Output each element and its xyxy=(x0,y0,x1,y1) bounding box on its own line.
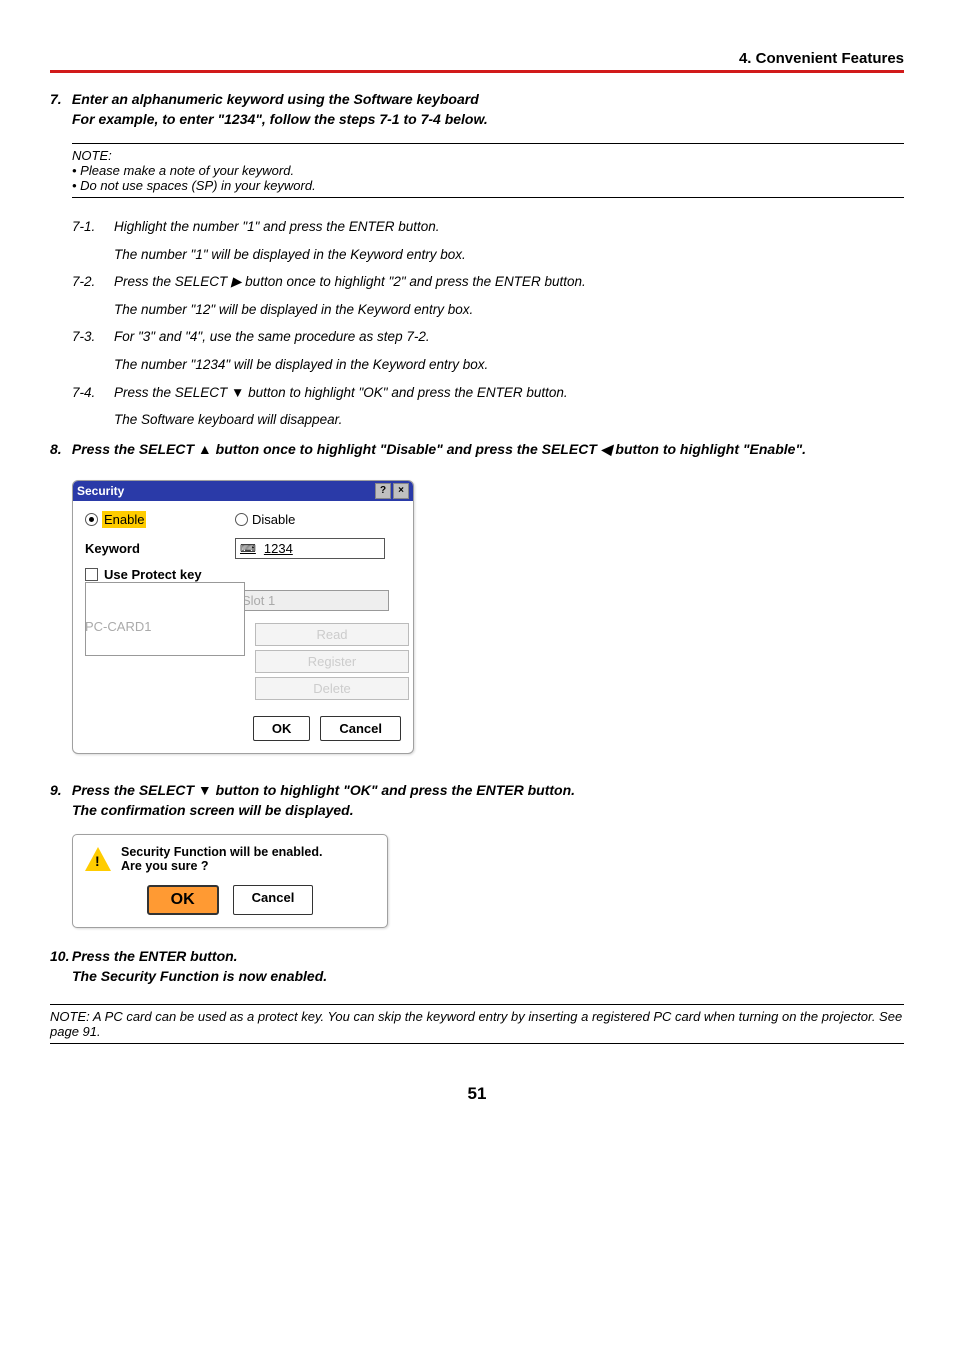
step-8-num: 8. xyxy=(50,441,68,457)
step-8: 8. Press the SELECT ▲ button once to hig… xyxy=(50,441,904,458)
step-9: 9. Press the SELECT ▼ button to highligh… xyxy=(50,782,904,798)
substep-72-result: The number "12" will be displayed in the… xyxy=(114,299,904,321)
substep-73-text: For "3" and "4", use the same procedure … xyxy=(114,329,430,344)
step-7-num: 7. xyxy=(50,91,68,107)
note-title: NOTE: xyxy=(72,148,904,163)
dialog-title: Security xyxy=(77,484,124,498)
confirm-ok-button[interactable]: OK xyxy=(147,885,219,915)
step-7-text1: Enter an alphanumeric keyword using the … xyxy=(72,91,479,107)
step-8-text: Press the SELECT ▲ button once to highli… xyxy=(72,441,806,457)
keyword-field[interactable]: ⌨ 1234 xyxy=(235,538,385,559)
radio-enable-label: Enable xyxy=(102,511,146,528)
titlebar: Security ? × xyxy=(73,481,413,501)
use-protect-key[interactable]: Use Protect key xyxy=(85,567,401,582)
step-10-num: 10. xyxy=(50,948,68,964)
page-number: 51 xyxy=(50,1084,904,1104)
substep-71-label: 7-1. xyxy=(72,216,114,238)
note-bullet-1: • Please make a note of your keyword. xyxy=(72,163,904,178)
radio-disable-dot xyxy=(235,513,248,526)
close-icon[interactable]: × xyxy=(393,483,409,499)
ok-button[interactable]: OK xyxy=(253,716,311,741)
drive-select: Slot 1 xyxy=(235,590,389,611)
substep-73-label: 7-3. xyxy=(72,326,114,348)
step-7-line2: For example, to enter "1234", follow the… xyxy=(72,111,904,127)
security-dialog: Security ? × Enable Disable Keyword xyxy=(72,480,414,754)
step-7-line1: 7. Enter an alphanumeric keyword using t… xyxy=(50,91,904,107)
substep-74-label: 7-4. xyxy=(72,382,114,404)
section-header: 4. Convenient Features xyxy=(50,50,904,73)
warning-icon xyxy=(85,847,111,871)
substep-71-result: The number "1" will be displayed in the … xyxy=(114,244,904,266)
substep-73-result: The number "1234" will be displayed in t… xyxy=(114,354,904,376)
step-9-text2: The confirmation screen will be displaye… xyxy=(72,802,904,818)
radio-enable[interactable]: Enable xyxy=(85,511,235,528)
substep-71-text: Highlight the number "1" and press the E… xyxy=(114,219,440,234)
delete-button: Delete xyxy=(255,677,409,700)
card-label: PC-CARD1 xyxy=(85,619,235,634)
note-box: NOTE: • Please make a note of your keywo… xyxy=(72,143,904,198)
read-button: Read xyxy=(255,623,409,646)
radio-disable[interactable]: Disable xyxy=(235,512,385,527)
register-button: Register xyxy=(255,650,409,673)
confirm-dialog: Security Function will be enabled. Are y… xyxy=(72,834,388,928)
confirm-line1: Security Function will be enabled. xyxy=(121,845,322,859)
substep-74-text: Press the SELECT ▼ button to highlight "… xyxy=(114,385,568,400)
step-9-num: 9. xyxy=(50,782,68,798)
keyword-value: 1234 xyxy=(264,541,293,556)
radio-disable-label: Disable xyxy=(252,512,295,527)
keyboard-icon: ⌨ xyxy=(240,542,256,555)
substep-72-label: 7-2. xyxy=(72,271,114,293)
checkbox-icon xyxy=(85,568,98,581)
cancel-button[interactable]: Cancel xyxy=(320,716,401,741)
use-protect-key-label: Use Protect key xyxy=(104,567,202,582)
step-10-text2: The Security Function is now enabled. xyxy=(72,968,904,984)
confirm-line2: Are you sure ? xyxy=(121,859,322,873)
substeps: 7-1.Highlight the number "1" and press t… xyxy=(72,216,904,431)
step-9-text1: Press the SELECT ▼ button to highlight "… xyxy=(72,782,575,798)
help-icon[interactable]: ? xyxy=(375,483,391,499)
confirm-cancel-button[interactable]: Cancel xyxy=(233,885,314,915)
note-bullet-2: • Do not use spaces (SP) in your keyword… xyxy=(72,178,904,193)
substep-74-result: The Software keyboard will disappear. xyxy=(114,409,904,431)
radio-enable-dot xyxy=(85,513,98,526)
keyword-label: Keyword xyxy=(85,541,235,556)
step-10: 10. Press the ENTER button. xyxy=(50,948,904,964)
substep-72-text: Press the SELECT ▶ button once to highli… xyxy=(114,274,586,289)
step-10-text1: Press the ENTER button. xyxy=(72,948,238,964)
bottom-note: NOTE: A PC card can be used as a protect… xyxy=(50,1004,904,1044)
